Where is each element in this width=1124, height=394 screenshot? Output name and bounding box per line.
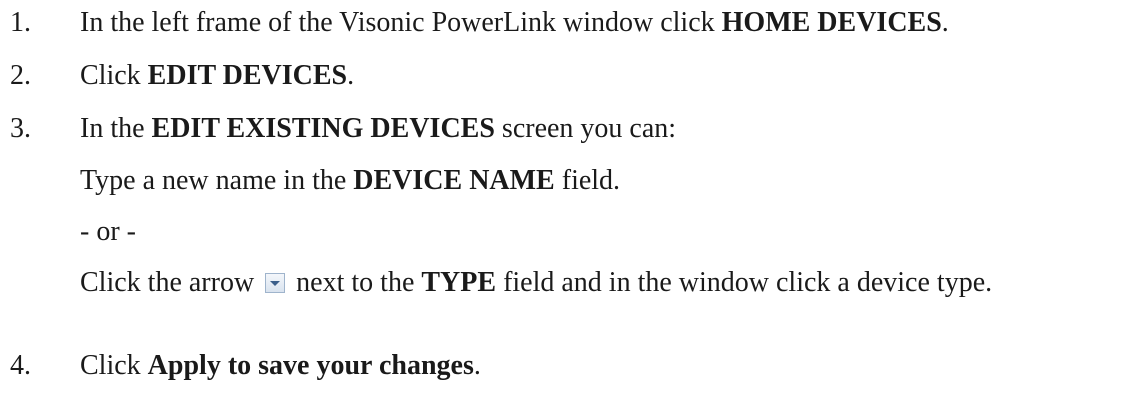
ui-term-device-name: DEVICE NAME bbox=[353, 165, 555, 196]
step-text: Click Apply to save your changes. bbox=[80, 350, 481, 381]
step-number: 1. bbox=[10, 7, 31, 38]
option-separator: - or - bbox=[80, 216, 136, 247]
option-type: Click the arrow next to the TYPE field a… bbox=[80, 267, 993, 298]
ui-term-apply: Apply to save your changes bbox=[147, 350, 474, 381]
dropdown-arrow-icon bbox=[265, 273, 286, 293]
ui-term-edit-existing-devices: EDIT EXISTING DEVICES bbox=[151, 113, 495, 144]
option-device-name: Type a new name in the DEVICE NAME field… bbox=[80, 165, 621, 196]
ui-term-home-devices: HOME DEVICES bbox=[721, 7, 942, 38]
ui-term-edit-devices: EDIT DEVICES bbox=[147, 60, 348, 91]
step-number: 4. bbox=[10, 350, 31, 381]
step-number: 3. bbox=[10, 113, 31, 144]
step-text: In the left frame of the Visonic PowerLi… bbox=[80, 7, 949, 38]
step-text: Click EDIT DEVICES. bbox=[80, 60, 355, 91]
step-number: 2. bbox=[10, 60, 31, 91]
ui-term-type: TYPE bbox=[421, 267, 497, 298]
step-text: In the EDIT EXISTING DEVICES screen you … bbox=[80, 113, 677, 144]
